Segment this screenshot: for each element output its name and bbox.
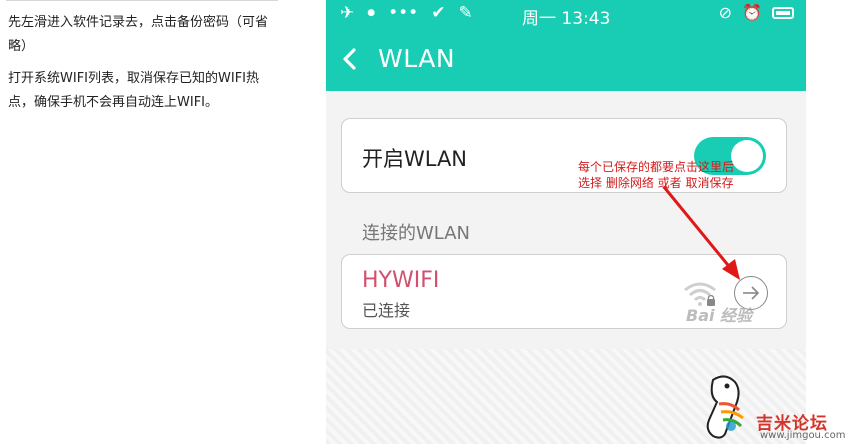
alarm-icon: ⏰	[742, 3, 762, 22]
site-mascot-logo	[706, 375, 744, 439]
wlan-toggle-label: 开启WLAN	[362, 147, 468, 171]
mute-icon: ⊘	[718, 3, 733, 22]
app-bar: WLAN	[326, 28, 806, 91]
network-name: HYWIFI	[362, 268, 440, 293]
red-arrow-icon	[662, 186, 740, 280]
back-arrow-icon[interactable]	[338, 45, 364, 73]
signal-dot-icon: ●	[367, 8, 376, 18]
article-paragraph-1: 先左滑进入软件记录去，点击备份密码（可省略）	[8, 15, 269, 54]
status-bar: ✈ ● ••• ✔ ✎ 周一 13:43 ⊘ ⏰	[326, 0, 806, 29]
check-circle-icon: ✔	[431, 3, 446, 23]
battery-icon	[772, 6, 794, 19]
site-logo-url: www.jimgou.com	[760, 430, 846, 441]
airplane-icon: ✈	[340, 3, 355, 23]
status-time: 周一 13:43	[522, 9, 611, 29]
notification-icon: ✎	[458, 3, 473, 23]
connected-section-title: 连接的WLAN	[362, 223, 471, 244]
status-icons-right: ⊘ ⏰	[719, 3, 794, 22]
baidu-watermark: Bai 经验	[686, 306, 753, 325]
network-status: 已连接	[362, 301, 411, 320]
annotation-line-1: 每个已保存的都要点击这里后	[578, 160, 735, 174]
page-title: WLAN	[378, 44, 456, 73]
article-paragraph-2: 打开系统WIFI列表，取消保存已知的WIFI热点，确保手机不会再自动连上WIFI…	[8, 71, 259, 110]
arrow-right-icon	[743, 286, 760, 300]
status-icons-left: ✈ ● ••• ✔ ✎	[340, 3, 473, 23]
more-dots-icon: •••	[388, 3, 419, 23]
top-divider	[6, 0, 278, 1]
